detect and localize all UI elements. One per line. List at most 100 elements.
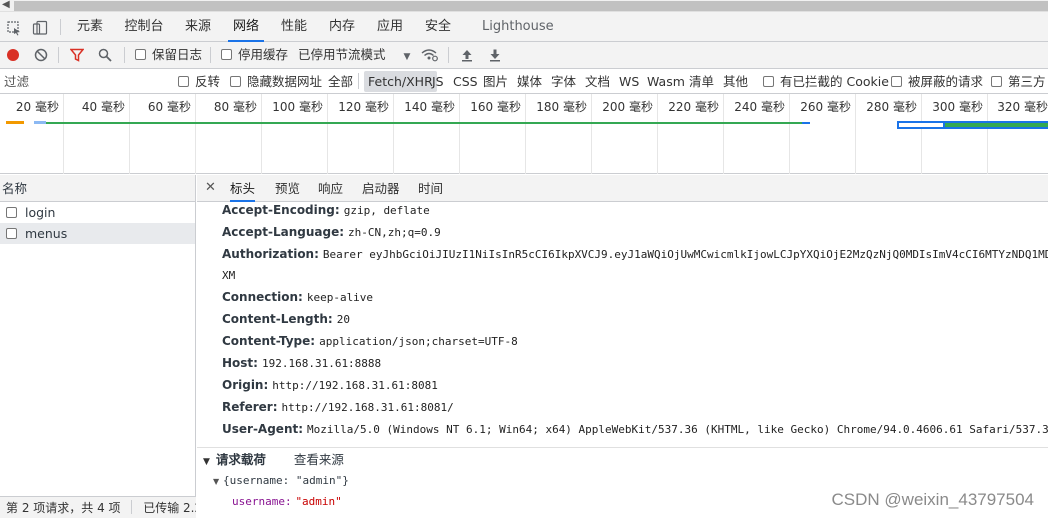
timeline-bar	[34, 121, 46, 124]
close-icon[interactable]: ✕	[205, 175, 216, 201]
tick-label: 300 毫秒	[932, 100, 983, 114]
header-name: Origin:	[222, 378, 269, 392]
horizontal-scrollbar[interactable]: ◀	[0, 0, 1048, 12]
throttling-select[interactable]: 已停用节流模式 ▼	[298, 42, 410, 68]
header-name: Referer:	[222, 400, 278, 414]
checkbox[interactable]	[178, 76, 189, 87]
timeline-bar	[6, 121, 24, 124]
request-row-menus[interactable]: menus	[0, 223, 195, 244]
divider	[448, 47, 449, 63]
tab-memory[interactable]: 内存	[328, 12, 356, 42]
tab-preview[interactable]: 预览	[275, 175, 300, 202]
header-name: Content-Length:	[222, 312, 333, 326]
type-filter-wasm[interactable]: Wasm	[647, 69, 685, 94]
tick-label: 220 毫秒	[668, 100, 719, 114]
type-filter-media[interactable]: 媒体	[517, 69, 542, 94]
watermark: CSDN @weixin_43797504	[831, 490, 1034, 509]
scroll-left-icon[interactable]: ◀	[2, 0, 10, 10]
timeline-bar	[897, 121, 945, 129]
export-har-icon[interactable]	[488, 48, 502, 62]
transferred-size: 已传输 2.2	[143, 501, 196, 515]
request-count: 第 2 项请求，共 4 项	[6, 501, 121, 515]
type-filter-img[interactable]: 图片	[483, 69, 508, 94]
checkbox[interactable]	[230, 76, 241, 87]
inspect-element-icon[interactable]	[6, 20, 22, 36]
tick-label: 60 毫秒	[147, 100, 191, 114]
request-name: login	[25, 205, 56, 220]
timeline-tick: 180 毫秒	[526, 94, 592, 174]
blocked-requests-checkbox[interactable]: 被屏蔽的请求	[891, 69, 983, 94]
scrollbar-thumb[interactable]	[14, 1, 1048, 11]
tab-network[interactable]: 网络	[228, 12, 264, 42]
filter-icon[interactable]	[70, 48, 84, 62]
header-value: Mozilla/5.0 (Windows NT 6.1; Win64; x64)…	[307, 423, 1048, 436]
timeline-overview[interactable]: 20 毫秒 40 毫秒 60 毫秒 80 毫秒 100 毫秒 120 毫秒 14…	[0, 94, 1048, 174]
invert-checkbox[interactable]: 反转	[178, 69, 220, 94]
type-filter-font[interactable]: 字体	[551, 69, 576, 94]
record-icon[interactable]	[6, 48, 20, 62]
third-party-checkbox[interactable]: 第三方	[991, 69, 1046, 94]
device-toolbar-icon[interactable]	[32, 20, 48, 36]
search-icon[interactable]	[98, 48, 112, 62]
network-toolbar: 保留日志 停用缓存 已停用节流模式 ▼	[0, 42, 1048, 69]
type-filter-css[interactable]: CSS	[453, 69, 478, 94]
tick-label: 180 毫秒	[536, 100, 587, 114]
type-filter-other[interactable]: 其他	[723, 69, 748, 94]
payload-tree-root[interactable]: ▼ {username: "admin"}	[213, 473, 349, 487]
header-row: Host: 192.168.31.61:8888	[222, 356, 381, 370]
name-column-header[interactable]: 名称	[0, 175, 195, 202]
tab-console[interactable]: 控制台	[124, 12, 164, 42]
tab-timing[interactable]: 时间	[418, 175, 443, 202]
header-row: Content-Type: application/json;charset=UT…	[222, 334, 518, 348]
payload-value: "admin"	[295, 495, 342, 508]
tab-lighthouse[interactable]: Lighthouse	[482, 12, 554, 42]
preserve-log-checkbox[interactable]: 保留日志	[135, 42, 202, 68]
payload-summary: {username: "admin"}	[222, 474, 349, 487]
type-filter-all[interactable]: 全部	[328, 69, 353, 94]
tab-application[interactable]: 应用	[376, 12, 404, 42]
type-filter-ws[interactable]: WS	[619, 69, 639, 94]
header-value: http://192.168.31.61:8081/	[281, 401, 454, 414]
expand-triangle-icon[interactable]: ▼	[213, 477, 219, 486]
checkbox[interactable]	[891, 76, 902, 87]
clear-icon[interactable]	[34, 48, 48, 62]
tab-sources[interactable]: 来源	[184, 12, 212, 42]
network-conditions-icon[interactable]	[421, 48, 439, 62]
timeline-tick: 300 毫秒	[922, 94, 988, 174]
hide-data-urls-checkbox[interactable]: 隐藏数据网址	[230, 69, 322, 94]
filter-input[interactable]: 过滤	[0, 71, 164, 92]
tick-label: 320 毫秒	[997, 100, 1048, 114]
tab-initiator[interactable]: 启动器	[362, 175, 400, 202]
tab-performance[interactable]: 性能	[280, 12, 308, 42]
timeline-tick: 320 毫秒	[988, 94, 1048, 174]
payload-section-header[interactable]: ▼ 请求载荷 查看来源	[197, 447, 1048, 471]
checkbox[interactable]	[221, 49, 232, 60]
header-value: application/json;charset=UTF-8	[319, 335, 518, 348]
header-value: 192.168.31.61:8888	[261, 357, 382, 370]
tab-response[interactable]: 响应	[318, 175, 343, 202]
tick-label: 120 毫秒	[338, 100, 389, 114]
import-har-icon[interactable]	[460, 48, 474, 62]
view-source-link[interactable]: 查看来源	[294, 452, 344, 467]
tick-label: 200 毫秒	[602, 100, 653, 114]
divider	[60, 19, 61, 35]
tab-security[interactable]: 安全	[424, 12, 452, 42]
header-row: Referer: http://192.168.31.61:8081/	[222, 400, 454, 414]
blocked-cookies-checkbox[interactable]: 有已拦截的 Cookie	[763, 69, 889, 94]
request-row-login[interactable]: login	[0, 202, 195, 223]
timeline-tick: 240 毫秒	[724, 94, 790, 174]
disable-cache-checkbox[interactable]: 停用缓存	[221, 42, 288, 68]
type-filter-doc[interactable]: 文档	[585, 69, 610, 94]
tick-label: 40 毫秒	[81, 100, 125, 114]
checkbox[interactable]	[991, 76, 1002, 87]
checkbox[interactable]	[135, 49, 146, 60]
type-filter-manifest[interactable]: 清单	[689, 69, 714, 94]
tab-elements[interactable]: 元素	[76, 12, 104, 42]
type-filter-fetch-xhr[interactable]: Fetch/XHR	[364, 71, 437, 92]
tab-headers[interactable]: 标头	[230, 175, 256, 202]
expand-triangle-icon[interactable]: ▼	[203, 457, 210, 467]
tick-label: 280 毫秒	[866, 100, 917, 114]
timeline-tick: 280 毫秒	[856, 94, 922, 174]
checkbox[interactable]	[763, 76, 774, 87]
type-filter-js[interactable]: JS	[432, 69, 444, 94]
